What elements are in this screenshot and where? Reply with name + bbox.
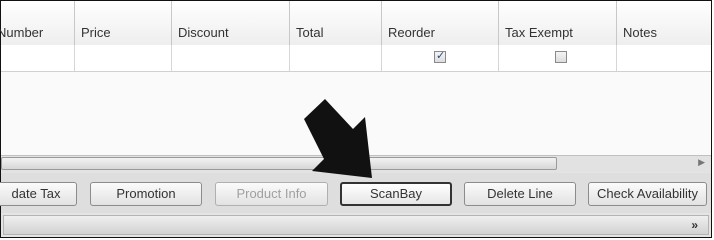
product-info-button: Product Info <box>215 182 328 206</box>
column-header-discount[interactable]: Discount <box>172 1 290 45</box>
column-header-total[interactable]: Total <box>290 1 382 45</box>
action-button-bar: date Tax Promotion Product Info ScanBay … <box>0 173 711 213</box>
horizontal-scrollbar[interactable]: ▶ <box>1 155 711 172</box>
scroll-right-arrow-icon[interactable]: ▶ <box>698 157 705 168</box>
cell-total[interactable] <box>290 45 382 71</box>
cell-price[interactable] <box>75 45 172 71</box>
column-header-number[interactable]: Number <box>0 1 75 45</box>
grid-empty-area <box>1 72 711 155</box>
scrollbar-thumb[interactable] <box>1 157 557 170</box>
cell-notes[interactable] <box>617 45 711 71</box>
collapsed-panel-bar[interactable]: » <box>3 215 709 235</box>
delete-line-button[interactable]: Delete Line <box>464 182 576 206</box>
double-chevron-down-icon[interactable]: » <box>691 218 698 232</box>
order-lines-panel: Number Price Discount Total Reorder Tax … <box>0 0 712 238</box>
scanbay-button[interactable]: ScanBay <box>340 182 452 206</box>
tax-exempt-checkbox[interactable] <box>555 51 567 63</box>
update-tax-button[interactable]: date Tax <box>0 182 77 206</box>
promotion-button[interactable]: Promotion <box>90 182 202 206</box>
reorder-checkbox[interactable]: ✓ <box>434 50 446 63</box>
check-availability-button[interactable]: Check Availability <box>588 182 707 206</box>
grid-header: Number Price Discount Total Reorder Tax … <box>0 1 711 46</box>
cell-discount[interactable] <box>172 45 290 71</box>
cell-number[interactable] <box>1 45 75 71</box>
cell-reorder: ✓ <box>382 45 499 71</box>
column-header-reorder[interactable]: Reorder <box>382 1 499 45</box>
column-header-notes[interactable]: Notes <box>617 1 711 45</box>
column-header-price[interactable]: Price <box>75 1 172 45</box>
table-row[interactable]: ✓ <box>1 45 711 72</box>
cell-tax-exempt <box>499 45 617 71</box>
checkmark-icon: ✓ <box>436 50 446 62</box>
order-lines-grid: Number Price Discount Total Reorder Tax … <box>0 1 711 172</box>
column-header-tax-exempt[interactable]: Tax Exempt <box>499 1 617 45</box>
